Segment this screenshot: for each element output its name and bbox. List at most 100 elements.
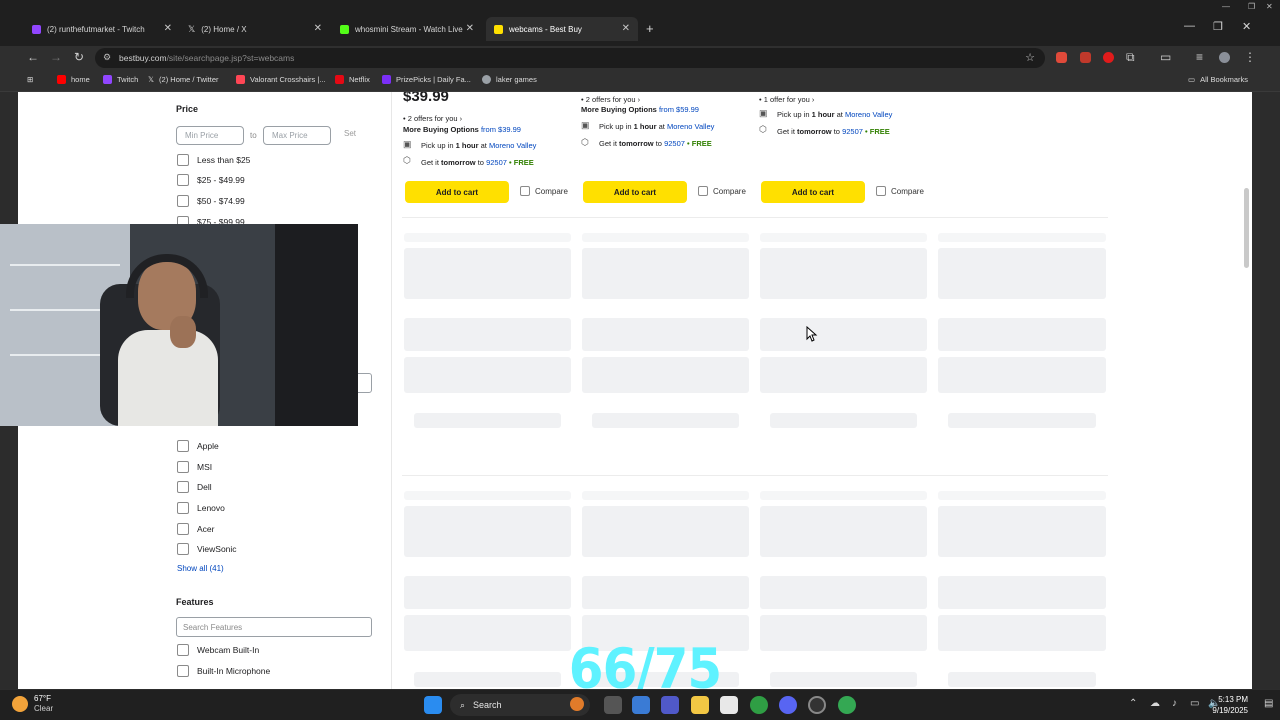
set-price-button[interactable]: Set	[344, 129, 356, 138]
store-link[interactable]: Moreno Valley	[845, 110, 892, 119]
onedrive-icon[interactable]: ☁	[1150, 698, 1160, 709]
checkbox[interactable]	[520, 186, 530, 196]
filter-25-49[interactable]: $25 - $49.99	[177, 174, 245, 186]
apps-grid-icon[interactable]: ⊞	[27, 75, 33, 84]
discord-icon[interactable]	[779, 696, 797, 714]
display-icon[interactable]: ▭	[1190, 698, 1199, 709]
close-small-icon[interactable]: ✕	[1266, 2, 1273, 11]
all-bookmarks[interactable]: ▭ All Bookmarks	[1188, 75, 1248, 84]
bookmark-valorant[interactable]: Valorant Crosshairs |...	[236, 75, 326, 84]
cast-icon[interactable]: ▭	[1160, 50, 1171, 64]
checkbox[interactable]	[177, 174, 189, 186]
filter-webcam-built-in[interactable]: Webcam Built-In	[177, 644, 259, 656]
close-tab-icon[interactable]: ✕	[466, 23, 474, 34]
windows-start-icon[interactable]	[424, 696, 442, 714]
task-view-icon[interactable]	[604, 696, 622, 714]
checkbox[interactable]	[177, 523, 189, 535]
tab-kick-stream[interactable]: whosmini Stream - Watch Live ✕	[332, 17, 482, 41]
checkbox[interactable]	[177, 502, 189, 514]
tab-twitch[interactable]: (2) runthefutmarket - Twitch ✕	[24, 17, 180, 41]
checkbox[interactable]	[876, 186, 886, 196]
checkbox[interactable]	[177, 665, 189, 677]
add-to-cart-button[interactable]: Add to cart	[761, 181, 865, 203]
more-buying-options[interactable]: More Buying Options from $59.99	[581, 105, 699, 114]
profile-avatar[interactable]	[1219, 52, 1230, 63]
restore-small-icon[interactable]: ❐	[1248, 2, 1255, 11]
scrollbar-thumb[interactable]	[1244, 188, 1249, 268]
filter-less-than-25[interactable]: Less than $25	[177, 154, 250, 166]
bookmark-home[interactable]: home	[57, 75, 90, 84]
checkbox[interactable]	[177, 195, 189, 207]
back-icon[interactable]: ←	[27, 50, 39, 64]
filter-brand-viewsonic[interactable]: ViewSonic	[177, 543, 237, 555]
bookmark-twitter[interactable]: 𝕏 (2) Home / Twitter	[148, 75, 219, 84]
filter-50-74[interactable]: $50 - $74.99	[177, 195, 245, 207]
zip-link[interactable]: 92507	[664, 139, 685, 148]
url-field[interactable]: ⚙ bestbuy.com/site/searchpage.jsp?st=web…	[95, 48, 1045, 68]
menu-kebab-icon[interactable]: ⋮	[1244, 50, 1256, 64]
checkbox[interactable]	[177, 461, 189, 473]
filter-brand-msi[interactable]: MSI	[177, 461, 212, 473]
page-scrollbar[interactable]	[1244, 92, 1250, 689]
chrome-profile-icon[interactable]	[838, 696, 856, 714]
show-all-brands-link[interactable]: Show all (41)	[177, 564, 224, 573]
bookmark-laker-games[interactable]: laker games	[482, 75, 537, 84]
checkbox[interactable]	[698, 186, 708, 196]
compare-checkbox[interactable]: Compare	[520, 186, 568, 196]
bookmark-star-icon[interactable]: ☆	[1025, 51, 1035, 64]
minimize-small-icon[interactable]: —	[1222, 2, 1230, 11]
filter-built-in-microphone[interactable]: Built-In Microphone	[177, 665, 270, 677]
filter-brand-apple[interactable]: Apple	[177, 440, 219, 452]
obs-icon[interactable]	[808, 696, 826, 714]
checkbox[interactable]	[177, 644, 189, 656]
chrome-icon[interactable]	[750, 696, 768, 714]
min-price-input[interactable]: Min Price	[176, 126, 244, 145]
checkbox[interactable]	[177, 440, 189, 452]
zip-link[interactable]: 92507	[486, 158, 507, 167]
file-explorer-icon[interactable]	[691, 696, 709, 714]
offers-link[interactable]: • 2 offers for you ›	[581, 95, 640, 104]
bookmark-twitch[interactable]: Twitch	[103, 75, 138, 84]
zip-link[interactable]: 92507	[842, 127, 863, 136]
features-search-input[interactable]: Search Features	[176, 617, 372, 637]
close-tab-icon[interactable]: ✕	[314, 23, 322, 34]
store-link[interactable]: Moreno Valley	[667, 122, 714, 131]
compare-checkbox[interactable]: Compare	[876, 186, 924, 196]
forward-icon[interactable]: →	[50, 50, 62, 64]
extensions-puzzle-icon[interactable]: ⧉	[1126, 50, 1135, 65]
offers-link[interactable]: • 2 offers for you ›	[403, 114, 462, 123]
copilot-icon[interactable]	[632, 696, 650, 714]
notification-icon[interactable]: ▤	[1264, 698, 1273, 709]
store-link[interactable]: Moreno Valley	[489, 141, 536, 150]
checkbox[interactable]	[177, 543, 189, 555]
add-to-cart-button[interactable]: Add to cart	[405, 181, 509, 203]
add-to-cart-button[interactable]: Add to cart	[583, 181, 687, 203]
teams-icon[interactable]	[661, 696, 679, 714]
more-buying-options[interactable]: More Buying Options from $39.99	[403, 125, 521, 134]
minimize-icon[interactable]: —	[1184, 20, 1195, 32]
tray-overflow-icon[interactable]: ⌃	[1129, 698, 1137, 709]
weather-widget[interactable]: 67°F Clear	[12, 694, 53, 714]
offers-link[interactable]: • 1 offer for you ›	[759, 95, 814, 104]
system-clock[interactable]: 5:13 PM 9/19/2025	[1212, 694, 1248, 716]
store-icon[interactable]	[720, 696, 738, 714]
close-tab-icon[interactable]: ✕	[622, 23, 630, 34]
microphone-icon[interactable]: ♪	[1172, 698, 1177, 709]
max-price-input[interactable]: Max Price	[263, 126, 331, 145]
maximize-icon[interactable]: ❐	[1213, 20, 1223, 33]
checkbox[interactable]	[177, 481, 189, 493]
close-window-icon[interactable]: ✕	[1242, 20, 1251, 33]
filter-brand-acer[interactable]: Acer	[177, 523, 214, 535]
reload-icon[interactable]: ↻	[74, 50, 84, 64]
bookmark-prizepicks[interactable]: PrizePicks | Daily Fa...	[382, 75, 471, 84]
site-info-icon[interactable]: ⚙	[103, 52, 111, 63]
bookmark-netflix[interactable]: Netflix	[335, 75, 370, 84]
close-tab-icon[interactable]: ✕	[164, 23, 172, 34]
checkbox[interactable]	[177, 154, 189, 166]
taskbar-search[interactable]: ⌕ Search	[450, 694, 590, 716]
filter-brand-dell[interactable]: Dell	[177, 481, 212, 493]
extension-icon[interactable]	[1080, 52, 1091, 63]
extension-icon[interactable]	[1103, 52, 1114, 63]
media-icon[interactable]: ≡	[1196, 50, 1203, 64]
tab-x-home[interactable]: 𝕏 (2) Home / X ✕	[180, 17, 330, 41]
